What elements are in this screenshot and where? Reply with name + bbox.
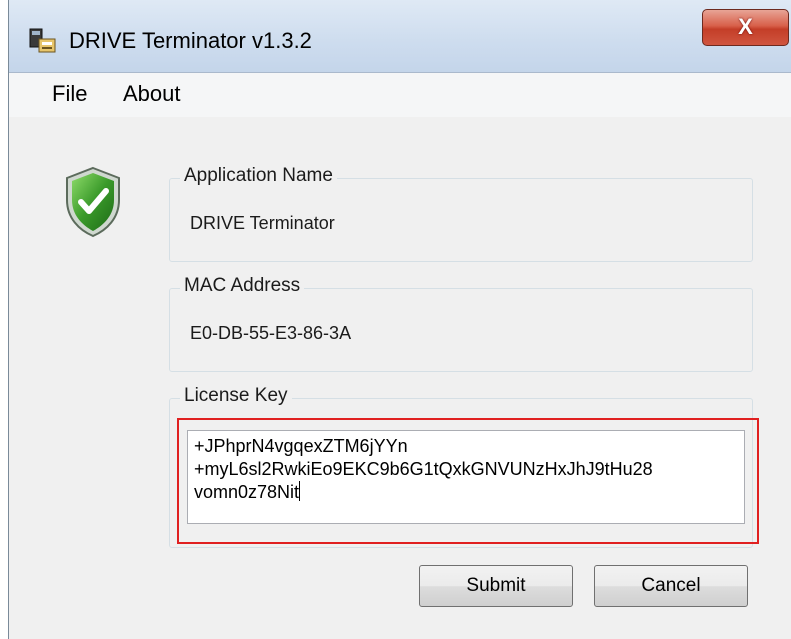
license-key-input[interactable]: +JPhprN4vgqexZTM6jYYn +myL6sl2RwkiEo9EKC… xyxy=(187,430,745,524)
title-bar[interactable]: DRIVE Terminator v1.3.2 X xyxy=(9,0,791,73)
text-caret xyxy=(299,481,301,501)
cancel-button[interactable]: Cancel xyxy=(594,565,748,607)
app-icon xyxy=(29,28,56,53)
license-key-label: License Key xyxy=(180,385,292,407)
mac-address-value: E0-DB-55-E3-86-3A xyxy=(190,323,352,343)
application-name-value: DRIVE Terminator xyxy=(190,213,335,233)
window-title: DRIVE Terminator v1.3.2 xyxy=(69,28,312,53)
application-name-label: Application Name xyxy=(180,165,337,187)
close-button[interactable]: X xyxy=(702,9,789,46)
menu-bar: File About xyxy=(9,73,791,117)
application-name-group: Application Name DRIVE Terminator xyxy=(169,165,753,262)
mac-address-group: MAC Address E0-DB-55-E3-86-3A xyxy=(169,275,753,372)
submit-button[interactable]: Submit xyxy=(419,565,573,607)
mac-address-label: MAC Address xyxy=(180,275,305,297)
menu-file[interactable]: File xyxy=(52,81,87,107)
shield-check-icon xyxy=(66,166,120,238)
menu-about[interactable]: About xyxy=(123,81,181,107)
license-key-text: +JPhprN4vgqexZTM6jYYn +myL6sl2RwkiEo9EKC… xyxy=(194,436,653,502)
application-window: DRIVE Terminator v1.3.2 X File About App… xyxy=(8,0,791,639)
